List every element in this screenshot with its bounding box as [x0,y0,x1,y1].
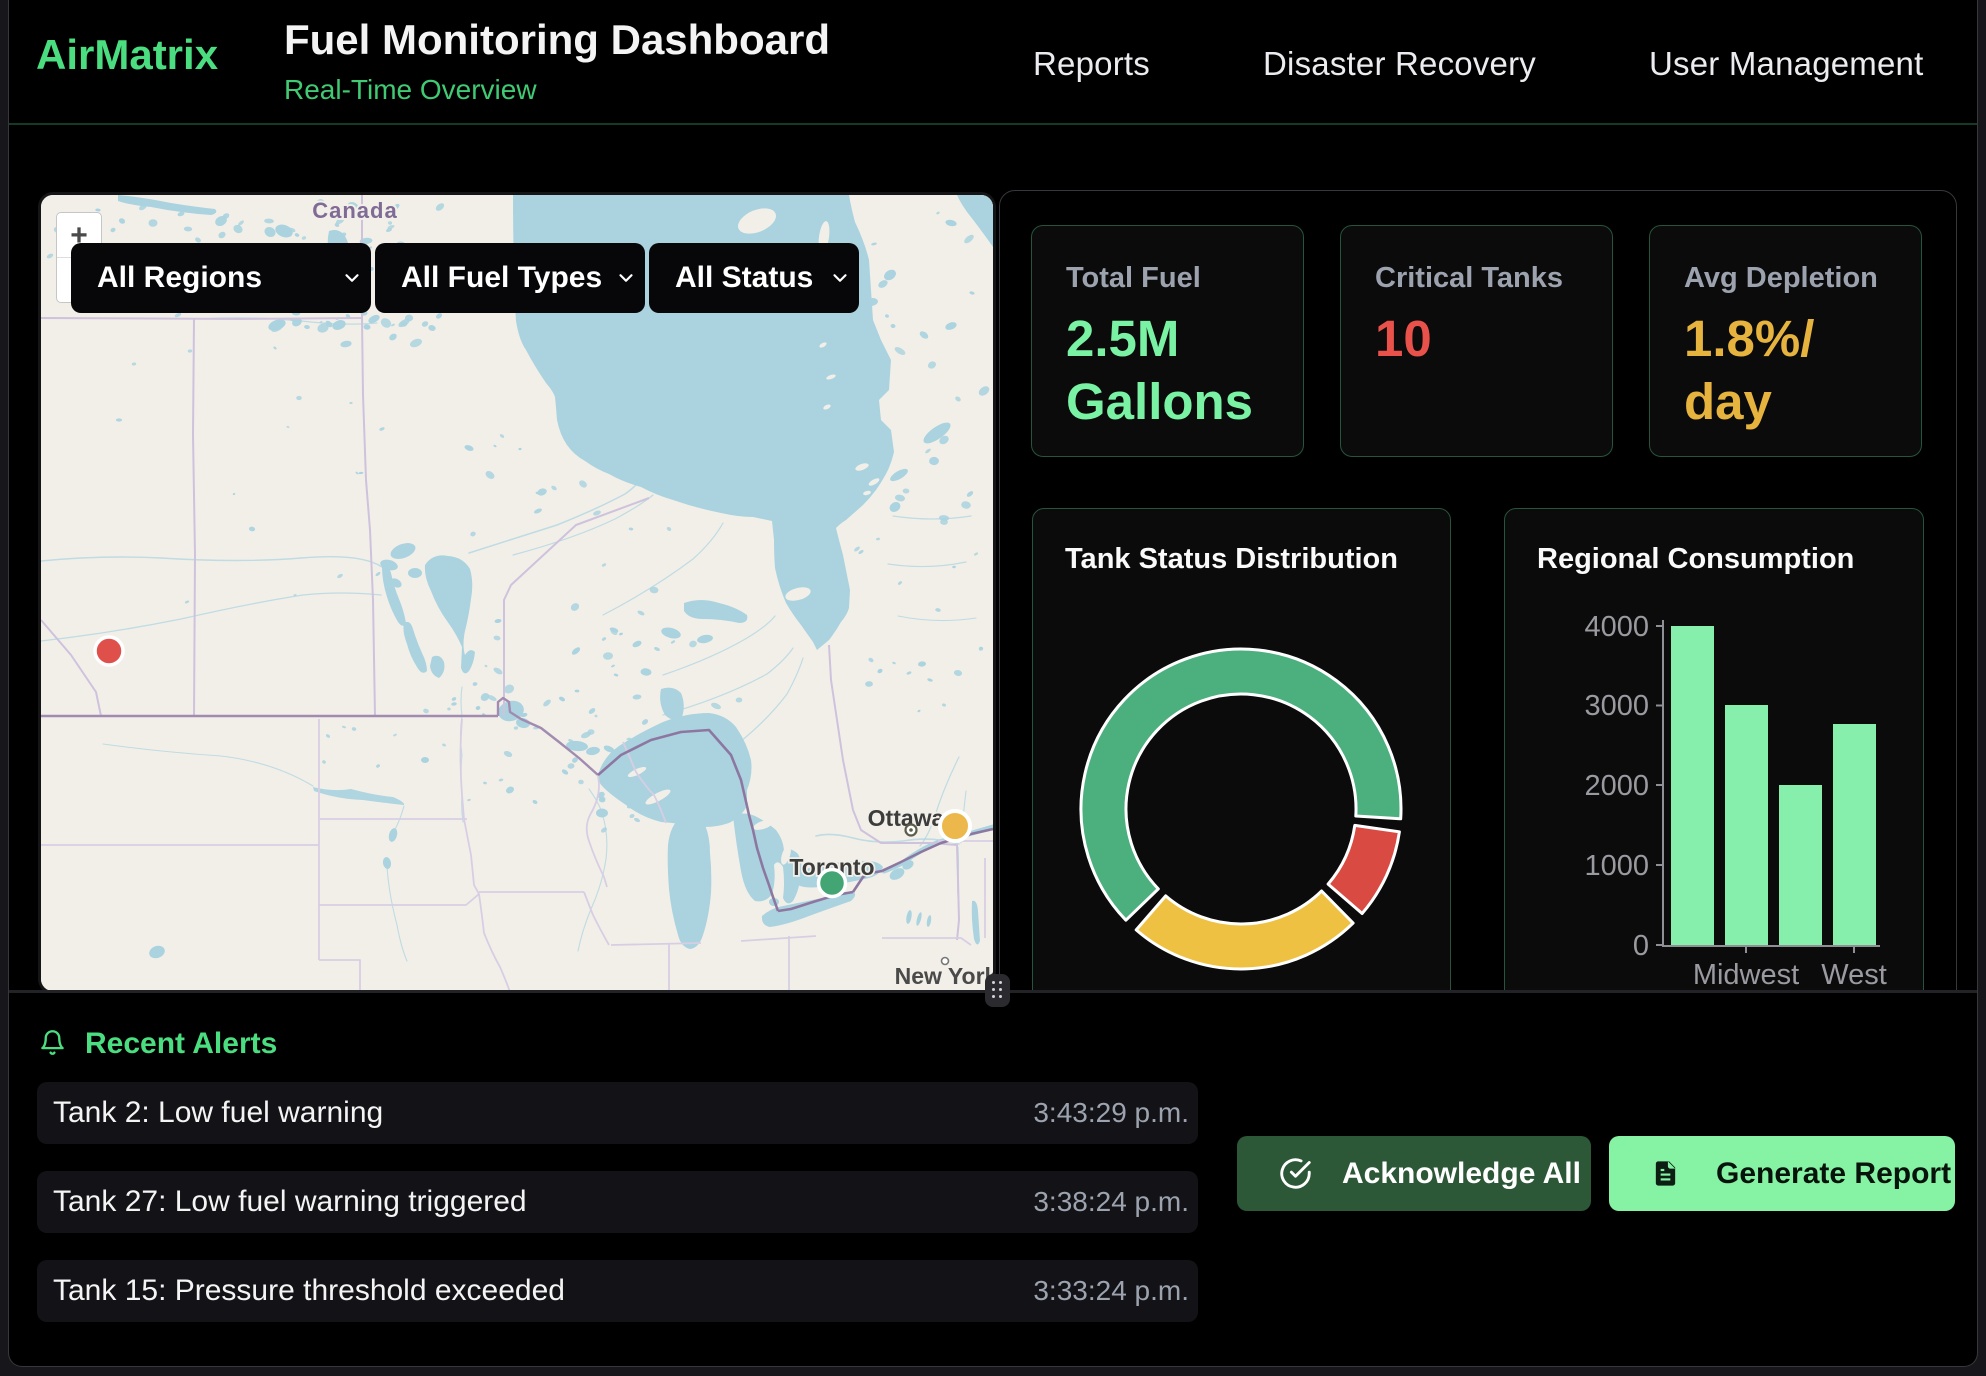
svg-text:0: 0 [1633,930,1649,962]
svg-text:West: West [1821,959,1887,990]
svg-text:1000: 1000 [1584,850,1649,882]
svg-text:4000: 4000 [1584,611,1649,643]
svg-text:3000: 3000 [1584,690,1649,722]
svg-text:Canada: Canada [312,198,397,223]
svg-text:Midwest: Midwest [1693,959,1799,990]
svg-text:2000: 2000 [1584,770,1649,802]
svg-text:New York: New York [895,963,993,989]
